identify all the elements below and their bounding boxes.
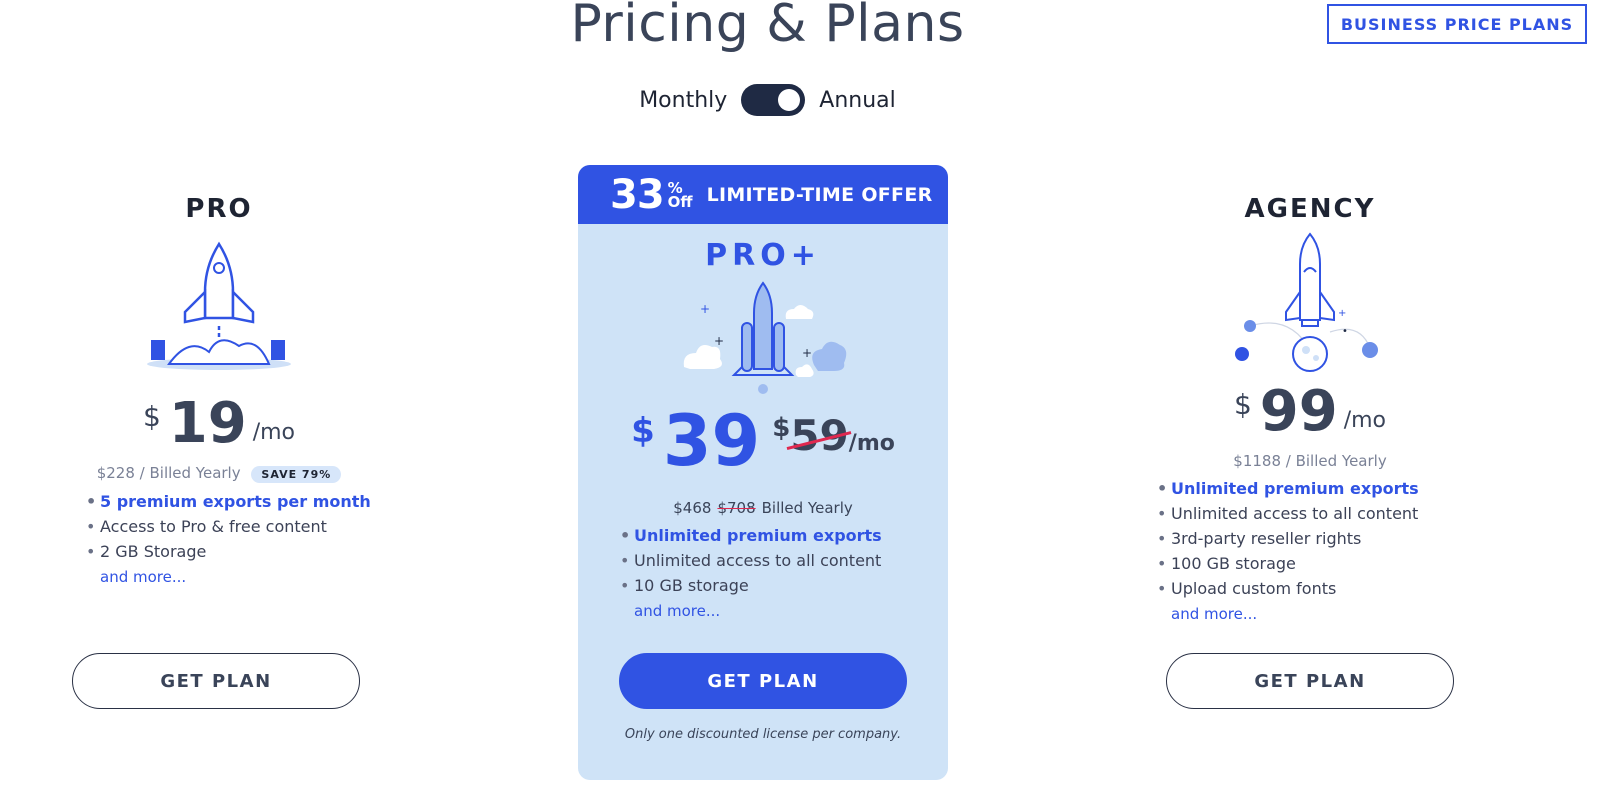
price-currency: $ xyxy=(631,411,655,451)
offer-percent-off: % Off xyxy=(667,180,693,211)
list-item: 5 premium exports per month xyxy=(86,489,404,514)
price-amount: 99 xyxy=(1259,379,1338,444)
feature-list: 5 premium exports per month Access to Pr… xyxy=(34,489,404,564)
old-price: $ 59 /mo xyxy=(772,405,895,460)
billed-suffix: Billed Yearly xyxy=(761,499,853,517)
price-currency: $ xyxy=(142,400,161,433)
billed-text: $228 / Billed Yearly xyxy=(96,464,241,482)
billed-new-price: $468 xyxy=(673,499,712,517)
get-plan-pro-button[interactable]: GET PLAN xyxy=(72,653,360,709)
svg-text:+: + xyxy=(1338,308,1346,319)
svg-text:+: + xyxy=(700,302,710,316)
list-item: 3rd-party reseller rights xyxy=(1157,526,1495,551)
list-item: Unlimited premium exports xyxy=(1157,476,1495,501)
feature-list: Unlimited premium exports Unlimited acce… xyxy=(1125,476,1495,601)
get-plan-proplus-button[interactable]: GET PLAN xyxy=(619,653,907,709)
page-title: Pricing & Plans xyxy=(570,0,965,54)
license-disclaimer: Only one discounted license per company. xyxy=(624,727,902,742)
price: $ 39 $ 59 /mo xyxy=(578,405,948,477)
billed-yearly: $468 $708 Billed Yearly xyxy=(578,499,948,517)
and-more-link[interactable]: and more... xyxy=(34,568,404,586)
old-price-amount: 59 xyxy=(790,411,849,460)
billing-toggle-row: Monthly Annual xyxy=(0,84,1535,116)
save-badge: SAVE 79% xyxy=(251,466,342,483)
get-plan-agency-button[interactable]: GET PLAN xyxy=(1166,653,1454,709)
plan-card-pro: PRO $ 19 /mo $228 / Billed Yearly SAVE 7… xyxy=(34,160,404,709)
list-item: Unlimited premium exports xyxy=(620,523,948,548)
price-currency: $ xyxy=(1233,388,1252,421)
plan-card-proplus: 33 % Off LIMITED-TIME OFFER PRO+ + + + $… xyxy=(578,165,948,780)
price: $ 99 /mo xyxy=(1125,382,1495,442)
billed-yearly: $228 / Billed Yearly SAVE 79% xyxy=(34,464,404,483)
plan-name: PRO xyxy=(185,194,253,224)
list-item: Access to Pro & free content xyxy=(86,514,404,539)
toggle-knob xyxy=(778,89,801,111)
svg-text:+: + xyxy=(802,346,812,360)
price: $ 19 /mo xyxy=(34,394,404,454)
svg-text:•: • xyxy=(1342,326,1348,337)
list-item: 100 GB storage xyxy=(1157,551,1495,576)
list-item: 10 GB storage xyxy=(620,573,948,598)
list-item: Upload custom fonts xyxy=(1157,576,1495,601)
feature-list: Unlimited premium exports Unlimited acce… xyxy=(578,523,948,598)
price-amount: 39 xyxy=(662,400,761,482)
list-item: 2 GB Storage xyxy=(86,539,404,564)
and-more-link[interactable]: and more... xyxy=(1125,605,1495,623)
offer-percent: 33 xyxy=(610,171,665,218)
and-more-link[interactable]: and more... xyxy=(578,602,948,620)
list-item: Unlimited access to all content xyxy=(620,548,948,573)
business-price-plans-button[interactable]: BUSINESS PRICE PLANS xyxy=(1327,4,1587,44)
price-amount: 19 xyxy=(168,391,247,456)
svg-text:+: + xyxy=(714,334,724,348)
billed-text: $1188 / Billed Yearly xyxy=(1233,452,1387,470)
billing-toggle[interactable] xyxy=(741,84,806,116)
off-label: Off xyxy=(667,192,693,211)
price-period: /mo xyxy=(1343,408,1387,433)
monthly-label[interactable]: Monthly xyxy=(639,88,727,113)
rocket-launch-icon xyxy=(147,241,291,370)
limited-offer-banner: 33 % Off LIMITED-TIME OFFER xyxy=(578,165,948,224)
plan-name: AGENCY xyxy=(1244,194,1376,224)
list-item: Unlimited access to all content xyxy=(1157,501,1495,526)
price-period: /mo xyxy=(848,431,895,456)
billed-old-price: $708 xyxy=(717,499,756,517)
plan-name: PRO+ xyxy=(705,238,821,273)
billed-yearly: $1188 / Billed Yearly xyxy=(1125,452,1495,470)
plan-card-agency: AGENCY + • $ 99 /mo $1188 / Billed Yearl… xyxy=(1125,160,1495,709)
annual-label[interactable]: Annual xyxy=(819,88,895,113)
old-price-currency: $ xyxy=(772,413,791,443)
space-shuttle-planets-icon: + • xyxy=(1235,232,1378,372)
price-period: /mo xyxy=(252,420,296,445)
offer-text: LIMITED-TIME OFFER xyxy=(706,183,933,206)
rocket-clouds-icon: + + + xyxy=(683,281,847,394)
